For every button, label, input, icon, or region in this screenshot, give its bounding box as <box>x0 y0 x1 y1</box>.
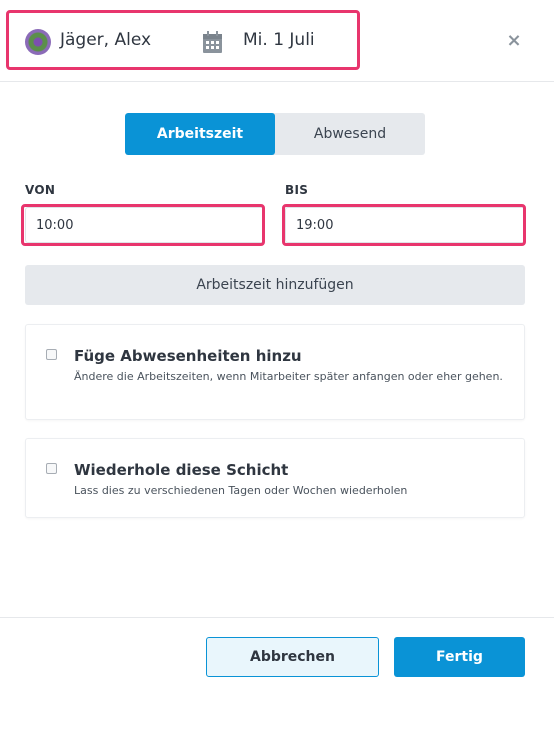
option-title: Füge Abwesenheiten hinzu <box>74 347 302 365</box>
option-card-repeat: Wiederhole diese Schicht Lass dies zu ve… <box>25 438 525 518</box>
tab-arbeitszeit[interactable]: Arbeitszeit <box>125 113 275 155</box>
to-label: BIS <box>285 183 309 197</box>
option-description: Lass dies zu verschiedenen Tagen oder Wo… <box>74 484 408 497</box>
from-time-input[interactable] <box>25 207 265 243</box>
cancel-button[interactable]: Abbrechen <box>206 637 379 677</box>
absences-checkbox[interactable] <box>46 349 57 360</box>
mode-toggle: Arbeitszeit Abwesend <box>125 113 425 155</box>
dialog-header: Jäger, Alex Mi. 1 Juli × <box>0 0 554 82</box>
repeat-checkbox[interactable] <box>46 463 57 474</box>
close-icon[interactable]: × <box>504 30 524 52</box>
add-worktime-button[interactable]: Arbeitszeit hinzufügen <box>25 265 525 305</box>
option-title: Wiederhole diese Schicht <box>74 461 289 479</box>
to-time-input[interactable] <box>285 207 525 243</box>
from-label: VON <box>25 183 56 197</box>
done-button[interactable]: Fertig <box>394 637 525 677</box>
tab-abwesend[interactable]: Abwesend <box>275 113 425 155</box>
option-card-absences: Füge Abwesenheiten hinzu Ändere die Arbe… <box>25 324 525 420</box>
option-description: Ändere die Arbeitszeiten, wenn Mitarbeit… <box>74 370 503 383</box>
header-highlight-frame <box>6 10 360 70</box>
footer-divider <box>0 617 554 618</box>
